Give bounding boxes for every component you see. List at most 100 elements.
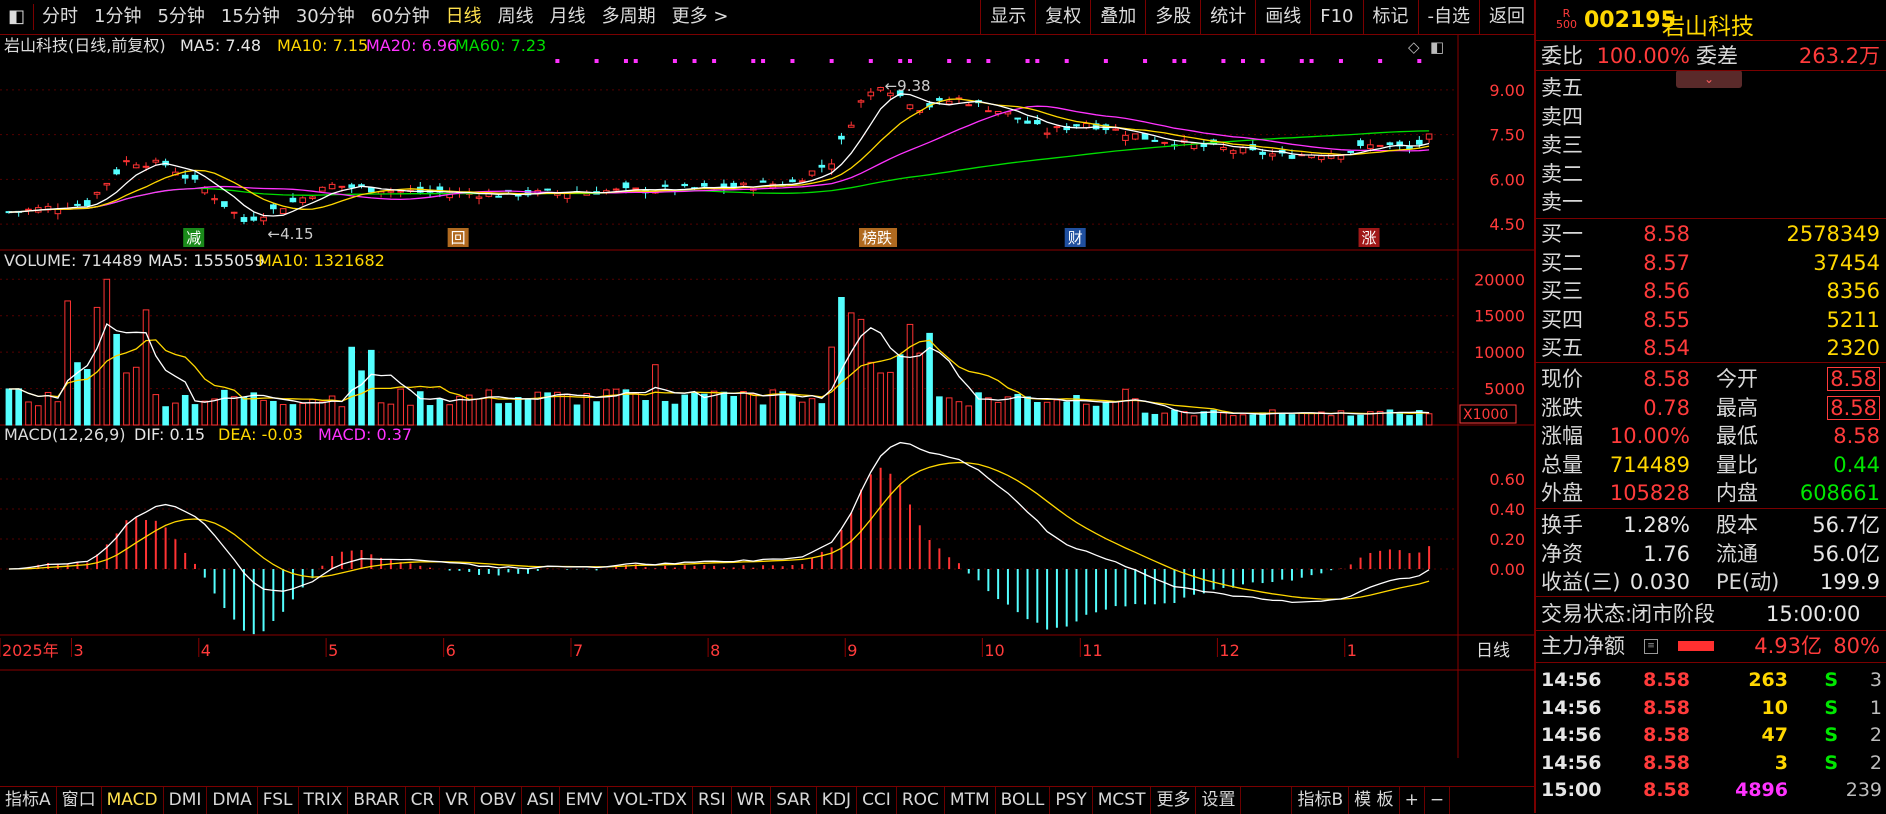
indicator-tab[interactable]: 设置	[1196, 787, 1242, 814]
signal-dot	[1103, 59, 1108, 63]
kline-chart-area[interactable]: 岩山科技(日线,前复权) MA5: 7.48 MA10: 7.15MA20: 6.9…	[0, 35, 1534, 758]
buy-row: 买三 8.56 8356	[1536, 277, 1886, 305]
candle	[319, 186, 326, 192]
volume-bar	[1004, 396, 1012, 426]
volume-bar	[740, 390, 747, 426]
indicator-tab[interactable]: 模 板	[1349, 787, 1400, 814]
candle	[1337, 155, 1345, 160]
volume-bar	[358, 370, 365, 426]
tick-volume: 4896	[1735, 779, 1788, 801]
x-axis-label: 7	[573, 641, 583, 660]
indicator-tab[interactable]: MCST	[1093, 787, 1152, 814]
indicator-tab[interactable]: CCI	[857, 787, 897, 814]
panel-toggle-icon[interactable]: ◧	[0, 0, 33, 34]
window-toggle-icon[interactable]: ◧	[1430, 38, 1444, 56]
toolbar-button[interactable]: 画线	[1255, 0, 1310, 34]
period-tab[interactable]: 多周期	[594, 0, 664, 34]
period-tab[interactable]: 日线	[438, 0, 490, 34]
indicator-tab[interactable]: DMA	[207, 787, 258, 814]
volume-bar	[955, 401, 963, 426]
toolbar-button[interactable]: 多股	[1145, 0, 1200, 34]
volume-title: VOLUME: 714489	[4, 251, 143, 270]
tick-count: 1	[1869, 696, 1882, 719]
indicator-tab[interactable]	[1241, 787, 1293, 814]
candle	[250, 216, 258, 221]
volume-bar	[1024, 396, 1031, 426]
period-tab[interactable]: 30分钟	[288, 0, 363, 34]
candle	[1416, 139, 1423, 145]
indicator-tab[interactable]: ROC	[897, 787, 945, 814]
indicator-tab[interactable]: FSL	[258, 787, 299, 814]
toolbar-button[interactable]: -自选	[1417, 0, 1480, 34]
indicator-tab[interactable]: 窗口	[57, 787, 102, 814]
indicator-tab[interactable]: DMI	[164, 787, 208, 814]
toolbar-button[interactable]: 显示	[980, 0, 1035, 34]
main-flow-label: 主力净额	[1541, 634, 1625, 658]
candle	[759, 180, 767, 183]
toolbar-button[interactable]: 标记	[1362, 0, 1418, 34]
indicator-tab[interactable]: ASI	[522, 787, 561, 814]
sell-row: 卖三	[1536, 131, 1886, 159]
tick-row: 14:56 8.58 47 S 2	[1536, 721, 1886, 749]
period-tab[interactable]: 5分钟	[149, 0, 212, 34]
period-tab[interactable]: 60分钟	[363, 0, 438, 34]
volume-bar	[1425, 413, 1433, 426]
period-tab[interactable]: 周线	[490, 0, 542, 34]
indicator-tab[interactable]: TRIX	[299, 787, 349, 814]
toolbar-button[interactable]: 统计	[1200, 0, 1255, 34]
indicator-tab[interactable]: CR	[406, 787, 441, 814]
period-tab[interactable]: 1分钟	[86, 0, 149, 34]
indicator-tab[interactable]: WR	[732, 787, 772, 814]
indicator-tab[interactable]: EMV	[560, 787, 609, 814]
indicator-tab[interactable]: VOL-TDX	[608, 787, 693, 814]
candle	[74, 203, 81, 206]
period-tab[interactable]: 分时	[34, 0, 86, 34]
toolbar-button[interactable]: 返回	[1479, 0, 1534, 34]
volume-bar	[319, 401, 326, 426]
indicator-tab[interactable]: KDJ	[817, 787, 858, 814]
candle	[661, 184, 669, 187]
indicator-tab[interactable]: RSI	[693, 787, 732, 814]
candle	[906, 104, 914, 110]
volume-bar	[15, 388, 22, 426]
sell-row: 卖四	[1536, 103, 1886, 131]
indicator-tab[interactable]: BOLL	[996, 787, 1051, 814]
indicator-tab[interactable]: PSY	[1050, 787, 1093, 814]
candle	[1229, 150, 1237, 154]
volume-bar	[397, 388, 404, 426]
period-tab[interactable]: 15分钟	[213, 0, 288, 34]
volume-bar	[1357, 414, 1364, 426]
volume-bar	[475, 398, 483, 426]
volume-bar	[965, 405, 973, 426]
tick-row: 14:56 8.58 3 S 2	[1536, 749, 1886, 777]
candle	[1269, 153, 1276, 157]
fund-label: 换手	[1541, 513, 1583, 537]
indicator-tab[interactable]: 指标A	[0, 787, 57, 814]
volume-bar	[1239, 414, 1247, 426]
indicator-tab[interactable]: VR	[440, 787, 475, 814]
indicator-tab[interactable]: 更多	[1151, 787, 1197, 814]
indicator-tab[interactable]: MTM	[945, 787, 996, 814]
diamond-icon[interactable]: ◇	[1408, 38, 1420, 56]
x-axis-label: 10	[984, 641, 1004, 660]
indicator-tab[interactable]: −	[1425, 787, 1451, 814]
list-icon[interactable]: ≡	[1644, 639, 1658, 654]
candle	[103, 182, 111, 186]
candle	[828, 163, 835, 170]
toolbar-button[interactable]: F10	[1310, 0, 1362, 34]
indicator-tab[interactable]: +	[1400, 787, 1425, 814]
period-tab[interactable]: 月线	[542, 0, 594, 34]
indicator-tab[interactable]: SAR	[771, 787, 817, 814]
tick-price: 8.58	[1643, 696, 1690, 719]
period-tab[interactable]: 更多 >	[664, 0, 737, 34]
candle	[1053, 126, 1061, 129]
indicator-tab[interactable]: 指标B	[1292, 787, 1350, 814]
indicator-tab[interactable]: MACD	[102, 787, 164, 814]
quote-label-2: 内盘	[1716, 481, 1758, 505]
toolbar-button[interactable]: 复权	[1035, 0, 1090, 34]
badge-bottom: 500	[1556, 18, 1577, 31]
indicator-tab[interactable]: OBV	[475, 787, 522, 814]
indicator-tab[interactable]: BRAR	[348, 787, 406, 814]
toolbar-button[interactable]: 叠加	[1090, 0, 1145, 34]
candle	[965, 104, 973, 107]
